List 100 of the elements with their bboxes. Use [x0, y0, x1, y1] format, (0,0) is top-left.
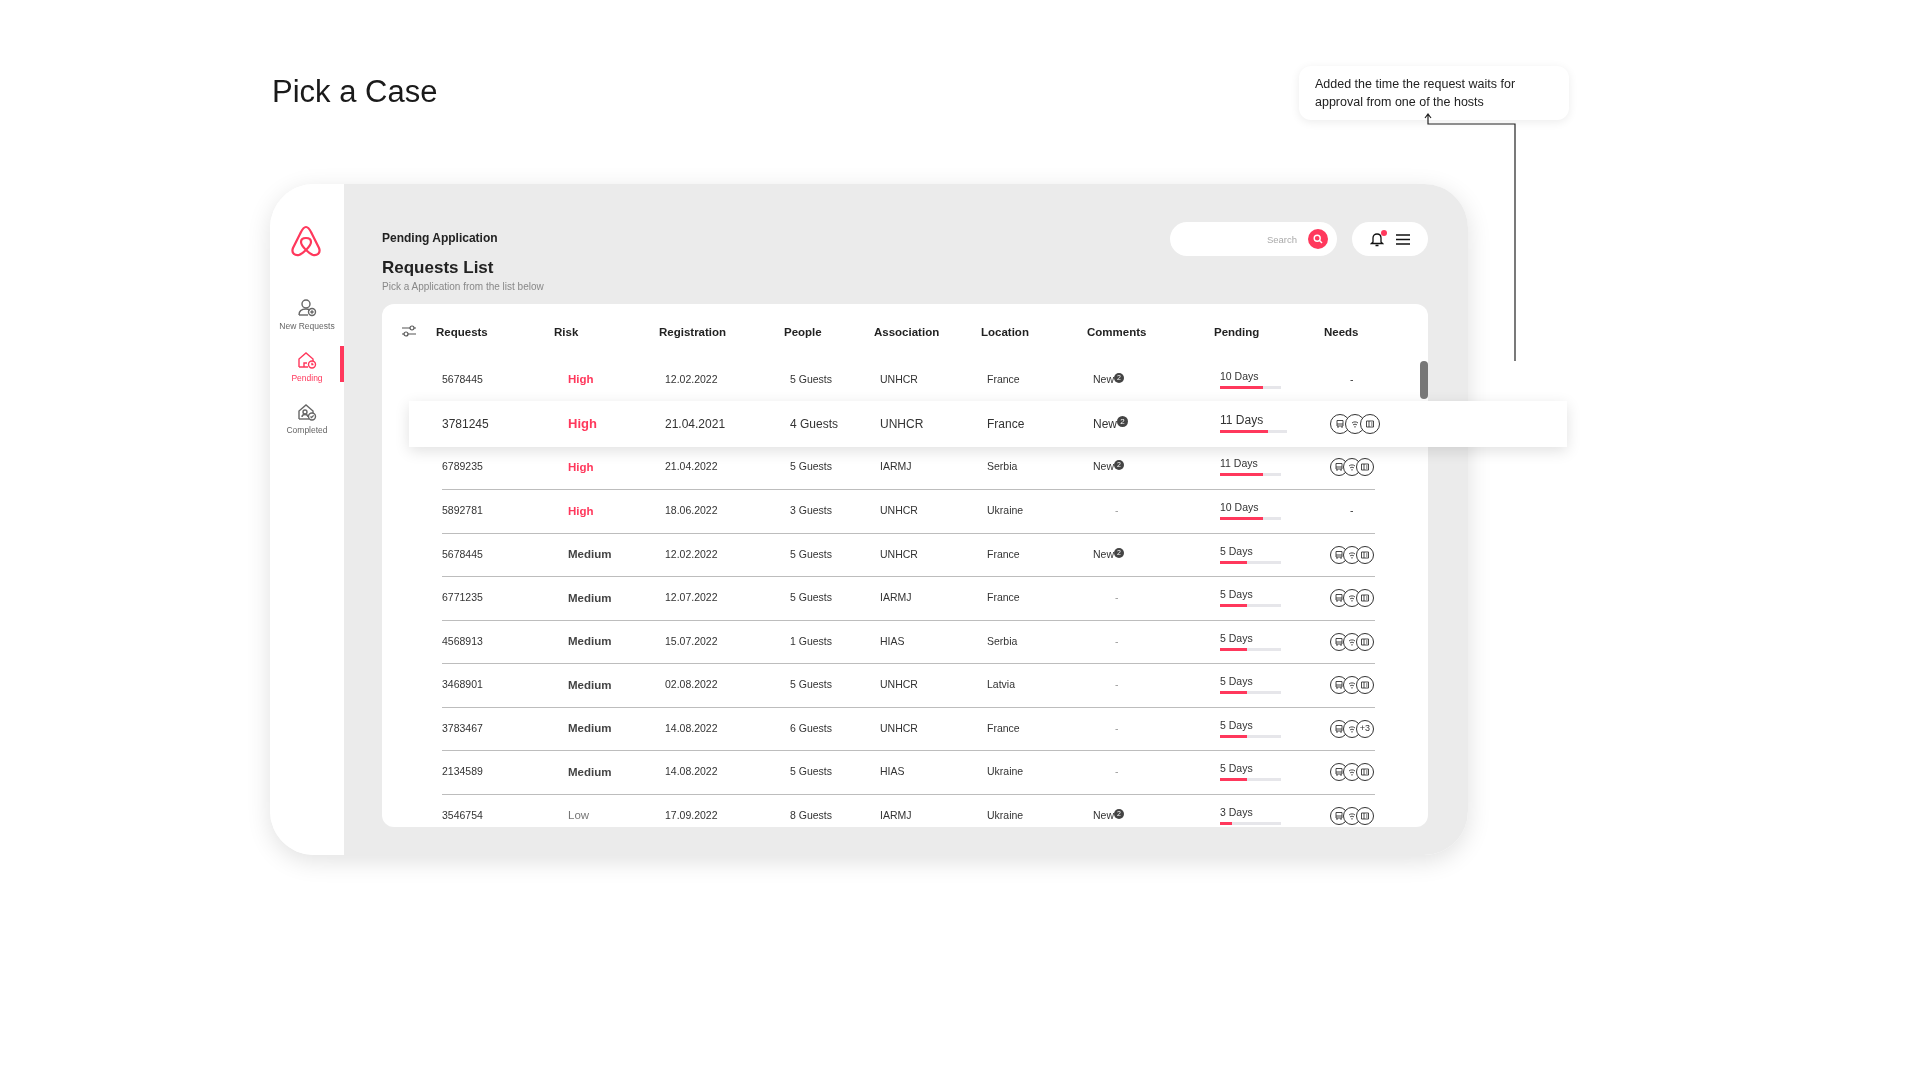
column-header: Location [981, 326, 1029, 338]
column-header: Association [874, 326, 940, 338]
table-cell: 02.08.2022 [665, 678, 718, 691]
table-cell: Latvia [987, 678, 1016, 691]
notification-button[interactable] [1370, 231, 1384, 247]
table-row[interactable]: 4568913 Medium 15.07.2022 1 Guests HIAS Serbia - 5 Days [442, 619, 1375, 663]
table-cell: - [1115, 634, 1119, 647]
table-cell: IARMJ [880, 460, 912, 473]
table-cell: 18.06.2022 [665, 504, 718, 517]
card-icon [1360, 462, 1370, 473]
search-field[interactable]: Search [1170, 222, 1337, 256]
table-row[interactable]: 5892781 High 18.06.2022 3 Guests UNHCR Ukraine - 10 Days - [442, 489, 1375, 533]
seat-icon [1335, 418, 1345, 429]
table-cell: High [568, 460, 594, 473]
pending-days: 3 Days [1220, 804, 1253, 819]
card-icon [1365, 418, 1375, 429]
table-cell: 4568913 [442, 634, 483, 647]
wifi-icon [1347, 549, 1357, 560]
seat-icon [1334, 680, 1344, 691]
pending-days: 5 Days [1220, 543, 1253, 558]
seat-icon [1334, 723, 1344, 734]
card-icon [1360, 767, 1370, 778]
wifi-icon [1347, 593, 1357, 604]
table-cell: UNHCR [880, 547, 918, 560]
table-cell: 21.04.2022 [665, 460, 718, 473]
table-cell: IARMJ [880, 591, 912, 604]
table-row[interactable]: 3783467 Medium 14.08.2022 6 Guests UNHCR France - 5 Days +3 [442, 706, 1375, 750]
table-cell: 8 Guests [790, 808, 833, 821]
table-cell: UNHCR [880, 416, 924, 431]
seat-icon [1334, 810, 1344, 821]
table-cell: 5678445 [442, 372, 483, 385]
pending-days: 5 Days [1220, 587, 1253, 602]
nav-item[interactable]: New Requests [274, 294, 340, 336]
pending-days: 5 Days [1220, 674, 1253, 689]
table-cell: - [1350, 372, 1354, 385]
table-cell: 5 Guests [790, 765, 833, 778]
section-label: Pending Application [382, 231, 498, 245]
table-cell: 3783467 [442, 721, 483, 734]
table-row[interactable]: 6771235 Medium 12.07.2022 5 Guests IARMJ France - 5 Days [442, 576, 1375, 620]
comment-text: New [1093, 371, 1114, 387]
table-cell: 4 Guests [790, 416, 839, 431]
table-cell: 6771235 [442, 591, 483, 604]
seat-icon [1334, 549, 1344, 560]
page-title: Pick a Case [272, 74, 438, 110]
comment-count-badge: 2 [1117, 416, 1128, 427]
table-cell: 5 Guests [790, 591, 833, 604]
annotation-text: Added the time the request waits for approval from one of the hosts [1315, 76, 1517, 111]
search-icon [1313, 234, 1323, 244]
comment-text: New [1093, 546, 1114, 562]
seat-icon [1334, 462, 1344, 473]
house-check-icon [297, 402, 317, 422]
table-cell: High [568, 373, 594, 386]
wifi-icon [1347, 810, 1357, 821]
table-cell: 2134589 [442, 765, 483, 778]
pending-days: 5 Days [1220, 717, 1253, 732]
nav-item[interactable]: Completed [274, 398, 340, 440]
wifi-icon [1347, 680, 1357, 691]
table-row[interactable]: 2134589 Medium 14.08.2022 5 Guests HIAS Ukraine - 5 Days [442, 750, 1375, 794]
table-cell: - [1115, 721, 1119, 734]
filter-icon[interactable] [402, 325, 416, 337]
table-cell: - [1115, 591, 1119, 604]
comment-text: New [1093, 415, 1117, 433]
seat-icon [1334, 593, 1344, 604]
nav-item[interactable]: Pending [274, 346, 340, 388]
table-cell: Ukraine [987, 765, 1024, 778]
table-cell: 6789235 [442, 460, 483, 473]
card-icon [1360, 680, 1370, 691]
scrollbar-thumb[interactable] [1420, 361, 1428, 399]
table-cell: - [1115, 504, 1119, 517]
table-cell: Medium [568, 548, 612, 561]
table-cell: 3468901 [442, 678, 483, 691]
table-cell: UNHCR [880, 372, 918, 385]
comment-text: New [1093, 459, 1114, 475]
column-header: Registration [659, 326, 727, 338]
table-cell: 15.07.2022 [665, 634, 718, 647]
table-cell: 21.04.2021 [665, 416, 726, 431]
list-subtitle: Pick a Application from the list below [382, 281, 544, 293]
table-row[interactable]: 3468901 Medium 02.08.2022 5 Guests UNHCR Latvia - 5 Days [442, 663, 1375, 707]
column-header: Needs [1324, 326, 1359, 338]
table-cell: 12.07.2022 [665, 591, 718, 604]
comment-text: New [1093, 807, 1114, 823]
pending-days: 5 Days [1220, 761, 1253, 776]
menu-icon[interactable] [1396, 233, 1410, 245]
table-cell: 14.08.2022 [665, 721, 718, 734]
column-header: Pending [1214, 326, 1260, 338]
selected-row[interactable]: 3781245 High 21.04.2021 4 Guests UNHCR France New 2 11 Days [409, 400, 1567, 447]
house-clock-icon [297, 350, 317, 370]
pending-days: 11 Days [1220, 412, 1264, 427]
seat-icon [1334, 636, 1344, 647]
card-icon [1360, 810, 1370, 821]
table-cell: Ukraine [987, 504, 1024, 517]
wifi-icon [1347, 723, 1357, 734]
table-cell: 5 Guests [790, 678, 833, 691]
table-cell: France [987, 372, 1020, 385]
table-cell: 1 Guests [790, 634, 833, 647]
table-cell: France [987, 547, 1020, 560]
table-cell: - [1115, 765, 1119, 778]
table-cell: High [568, 504, 594, 517]
table-cell: Medium [568, 635, 612, 648]
bell-icon [1370, 231, 1384, 247]
